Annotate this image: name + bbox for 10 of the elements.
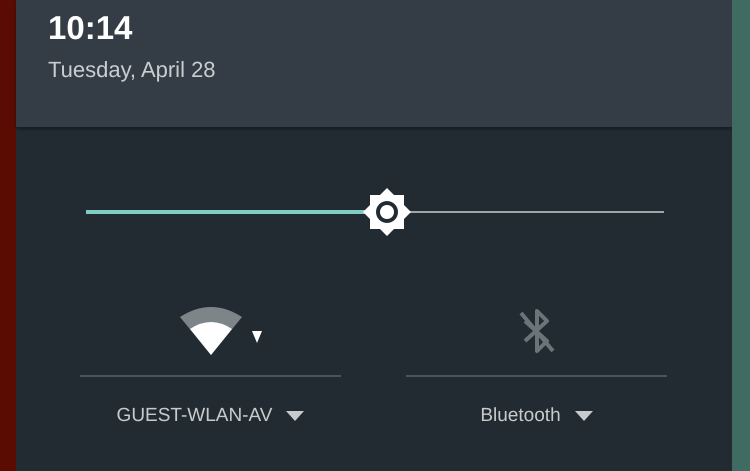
- caret-icon: [286, 411, 304, 421]
- bluetooth-icon[interactable]: [516, 307, 556, 355]
- caret-icon: [574, 411, 593, 421]
- caret-icon: [252, 331, 262, 343]
- clock-time: 10:14: [48, 8, 132, 48]
- date-text: Tuesday, April 28: [48, 56, 216, 84]
- wifi-icon[interactable]: [180, 307, 242, 355]
- bluetooth-label-button[interactable]: Bluetooth: [480, 405, 593, 427]
- brightness-thumb-icon[interactable]: [362, 188, 411, 236]
- wifi-label-button[interactable]: GUEST-WLAN-AV: [116, 405, 304, 427]
